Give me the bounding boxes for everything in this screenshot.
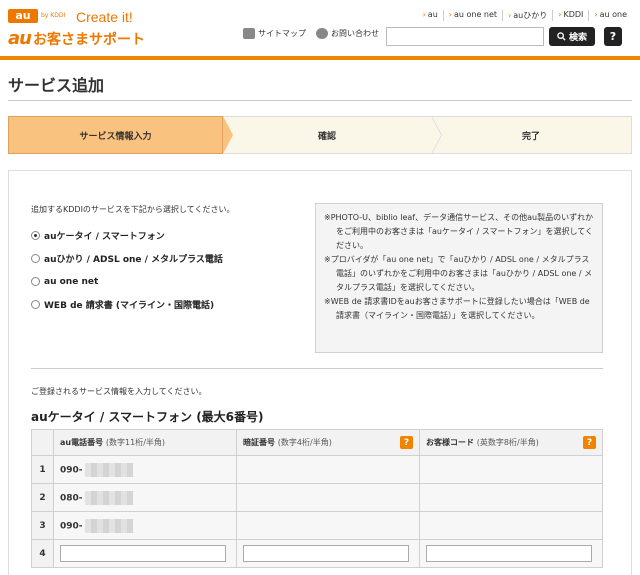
- radio-label: au one net: [44, 276, 99, 287]
- logo-au-badge: au: [8, 9, 38, 23]
- col-header-sub: (数字11桁/半角): [105, 438, 166, 447]
- phone-cell: 090-: [53, 511, 237, 540]
- note-text: ※WEB de 請求書IDをauお客さまサポートに登録したい場合は「WEB de…: [324, 297, 590, 320]
- step-input: サービス情報入力: [8, 116, 223, 154]
- step-arrow: [223, 116, 233, 154]
- phone-cell: 090-: [53, 455, 237, 484]
- title-divider: [8, 100, 632, 101]
- contact-link[interactable]: お問い合わせ: [316, 28, 379, 39]
- phone-cell: [53, 539, 237, 568]
- col-header-label: お客様コード: [426, 438, 474, 447]
- col-header-customer-code: お客様コード (英数字8桁/半角)?: [419, 429, 603, 456]
- col-header-label: 暗証番号: [243, 438, 275, 447]
- section-divider: [31, 368, 603, 369]
- customer-code-cell: [419, 455, 603, 484]
- radio-option-au-mobile[interactable]: auケータイ / スマートフォン: [31, 224, 223, 247]
- phone-cell: 080-: [53, 483, 237, 512]
- radio-option-au-hikari[interactable]: auひかり / ADSL one / メタルプラス電話: [31, 247, 223, 270]
- logo-brand: au お客さまサポート: [8, 28, 145, 49]
- help-button[interactable]: ?: [604, 27, 622, 46]
- au-support-logo[interactable]: au by KDDI Create it! au お客さまサポート: [8, 9, 148, 49]
- customer-code-cell: [419, 511, 603, 540]
- utility-links: サイトマップ お問い合わせ: [243, 28, 379, 39]
- phone-input[interactable]: [60, 545, 226, 562]
- help-icon[interactable]: ?: [400, 436, 413, 449]
- service-select-intro: 追加するKDDIのサービスを下記から選択してください。: [31, 205, 235, 214]
- table-header-num: [31, 429, 54, 456]
- header-accent-bar: [0, 56, 640, 60]
- section-title: auケータイ / スマートフォン (最大6番号): [31, 410, 264, 424]
- top-link-au-one-net[interactable]: au one net: [442, 10, 502, 21]
- logo-kddi: by KDDI: [41, 12, 66, 19]
- step-arrow: [431, 116, 441, 154]
- progress-steps: サービス情報入力 確認 完了: [8, 116, 632, 154]
- service-radio-group: auケータイ / スマートフォン auひかり / ADSL one / メタルプ…: [31, 224, 223, 316]
- row-number: 4: [31, 539, 54, 568]
- sitemap-icon: [243, 28, 255, 39]
- row-number: 2: [31, 483, 54, 512]
- customer-code-cell: [419, 539, 603, 568]
- logo-brand-au: au: [8, 28, 32, 49]
- col-header-pin: 暗証番号 (数字4桁/半角)?: [236, 429, 420, 456]
- table-row: 4: [31, 539, 603, 568]
- logo-brand-text: お客さまサポート: [32, 32, 145, 48]
- search-button-label: 検索: [568, 33, 587, 43]
- service-notes-box: ※PHOTO-U、biblio leaf、データ通信サービス、その他au製品のい…: [315, 203, 603, 353]
- radio-label: auケータイ / スマートフォン: [44, 232, 165, 242]
- radio-button[interactable]: [31, 300, 40, 309]
- service-info-intro: ご登録されるサービス情報を入力してください。: [31, 387, 207, 396]
- row-number: 1: [31, 455, 54, 484]
- phone-prefix: 090-: [60, 465, 83, 475]
- top-link-au[interactable]: au: [418, 10, 443, 21]
- radio-label: auひかり / ADSL one / メタルプラス電話: [44, 255, 223, 265]
- col-header-phone: au電話番号 (数字11桁/半角): [53, 429, 237, 456]
- masked-number: [84, 490, 133, 505]
- search-icon: [557, 32, 566, 41]
- phone-prefix: 080-: [60, 493, 83, 503]
- col-header-sub: (数字4桁/半角): [277, 438, 332, 447]
- note-text: ※プロバイダが「au one net」で「auひかり / ADSL one / …: [324, 255, 593, 292]
- search-input[interactable]: [386, 27, 544, 46]
- col-header-sub: (英数字8桁/半角): [476, 438, 539, 447]
- row-number: 3: [31, 511, 54, 540]
- search-button[interactable]: 検索: [549, 27, 595, 46]
- radio-option-au-one-net[interactable]: au one net: [31, 270, 223, 293]
- table-header-row: au電話番号 (数字11桁/半角) 暗証番号 (数字4桁/半角)? お客様コード…: [31, 429, 603, 456]
- sitemap-link[interactable]: サイトマップ: [243, 28, 306, 39]
- masked-number: [84, 518, 133, 533]
- radio-label: WEB de 請求書 (マイライン・国際電話): [44, 301, 215, 311]
- top-link-kddi[interactable]: KDDI: [552, 10, 588, 21]
- contact-label: お問い合わせ: [331, 29, 379, 38]
- pin-cell: [236, 511, 420, 540]
- radio-button[interactable]: [31, 231, 40, 240]
- masked-number: [84, 462, 133, 477]
- top-link-au-one[interactable]: au one: [588, 10, 632, 21]
- phone-number-table: au電話番号 (数字11桁/半角) 暗証番号 (数字4桁/半角)? お客様コード…: [31, 429, 603, 568]
- pin-cell: [236, 455, 420, 484]
- help-icon[interactable]: ?: [583, 436, 596, 449]
- page-title: サービス追加: [8, 76, 105, 95]
- step-confirm: 確認: [223, 116, 431, 154]
- customer-code-cell: [419, 483, 603, 512]
- contact-icon: [316, 28, 328, 39]
- radio-button[interactable]: [31, 277, 40, 286]
- top-links: au au one net auひかり KDDI au one: [418, 10, 632, 21]
- pin-cell: [236, 483, 420, 512]
- table-row: 3 090-: [31, 511, 603, 540]
- radio-button[interactable]: [31, 254, 40, 263]
- sitemap-label: サイトマップ: [258, 29, 306, 38]
- col-header-label: au電話番号: [60, 438, 104, 447]
- pin-input[interactable]: [243, 545, 409, 562]
- step-complete: 完了: [431, 116, 632, 154]
- note-text: ※PHOTO-U、biblio leaf、データ通信サービス、その他au製品のい…: [324, 213, 594, 250]
- logo-tagline: Create it!: [76, 9, 133, 25]
- pin-cell: [236, 539, 420, 568]
- radio-option-web-bill[interactable]: WEB de 請求書 (マイライン・国際電話): [31, 293, 223, 316]
- table-row: 2 080-: [31, 483, 603, 512]
- table-row: 1 090-: [31, 455, 603, 484]
- customer-code-input[interactable]: [426, 545, 592, 562]
- site-header: au by KDDI Create it! auお客さまサポート au au o…: [0, 0, 640, 56]
- top-link-au-hikari[interactable]: auひかり: [502, 10, 552, 21]
- phone-prefix: 090-: [60, 521, 83, 531]
